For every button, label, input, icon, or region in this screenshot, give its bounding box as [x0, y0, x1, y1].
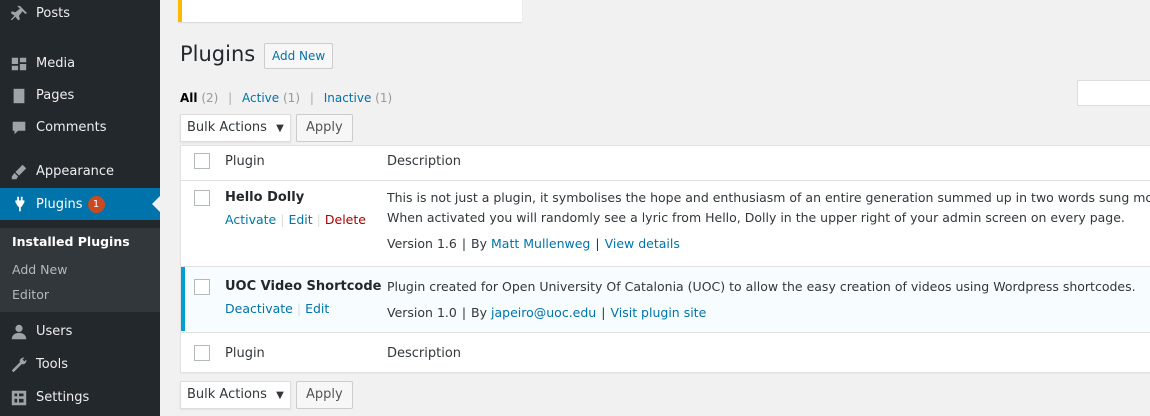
menu-tools[interactable]: Tools [0, 349, 160, 381]
plugin-version: Version 1.6 [387, 236, 457, 251]
meta-separator: | [461, 305, 467, 320]
bulk-actions-label: Bulk Actions [187, 120, 267, 135]
filter-separator: | [309, 91, 314, 105]
filter-active[interactable]: Active [242, 91, 279, 105]
edit-link[interactable]: Edit [288, 212, 312, 227]
deactivate-link[interactable]: Deactivate [225, 301, 293, 316]
plugin-name: Hello Dolly [225, 190, 305, 205]
author-link[interactable]: japeiro@uoc.edu [491, 305, 596, 320]
meta-separator: | [595, 236, 600, 251]
pin-icon [10, 5, 28, 23]
menu-plugins-label: Plugins [36, 197, 83, 212]
table-footer: Plugin Description [181, 333, 1150, 373]
select-all-checkbox-footer[interactable] [194, 345, 210, 361]
visit-plugin-site-link[interactable]: Visit plugin site [610, 305, 706, 320]
row-actions: Activate | Edit | Delete [225, 212, 366, 227]
activate-link[interactable]: Activate [225, 212, 276, 227]
author-link[interactable]: Matt Mullenweg [491, 236, 590, 251]
admin-sidebar: Posts Media Pages Comments Appearance Pl… [0, 0, 160, 416]
plugin-description: Plugin created for Open University Of Ca… [387, 279, 1136, 294]
plugin-version: Version 1.0 [387, 305, 457, 320]
delete-link[interactable]: Delete [325, 212, 366, 227]
filter-inactive-count: (1) [375, 91, 393, 105]
select-all-checkbox[interactable] [194, 153, 210, 169]
filter-separator: | [228, 91, 233, 105]
add-new-button[interactable]: Add New [264, 43, 334, 69]
submenu-add-new[interactable]: Add New [12, 262, 67, 277]
action-separator: | [280, 212, 285, 227]
menu-pages[interactable]: Pages [0, 80, 160, 112]
plugin-description: This is not just a plugin, it symbolises… [387, 190, 1150, 205]
comments-icon [10, 119, 28, 137]
menu-users[interactable]: Users [0, 316, 160, 348]
action-separator: | [296, 301, 302, 316]
submenu-installed-plugins[interactable]: Installed Plugins [12, 234, 130, 249]
column-description: Description [387, 154, 462, 169]
plugin-description-line2: When activated you will randomly see a l… [387, 210, 1125, 225]
apply-button-top[interactable]: Apply [296, 114, 353, 142]
by-label: By [471, 236, 488, 251]
menu-settings[interactable]: Settings [0, 382, 160, 414]
column-description-footer: Description [387, 346, 462, 361]
settings-icon [10, 389, 28, 407]
row-checkbox[interactable] [194, 190, 210, 206]
plugin-meta: Version 1.6 | By Matt Mullenweg | View detai… [387, 236, 680, 251]
meta-separator: | [601, 305, 606, 320]
plugins-submenu: Installed Plugins Add New Editor [0, 228, 160, 312]
table-row: UOC Video Shortcode Deactivate | Edit Plug… [181, 267, 1150, 331]
menu-comments[interactable]: Comments [0, 112, 160, 144]
plugins-update-badge: 1 [87, 196, 105, 213]
submenu-editor[interactable]: Editor [12, 287, 49, 302]
action-separator: | [316, 212, 321, 227]
plug-icon [10, 195, 28, 213]
row-checkbox[interactable] [194, 279, 210, 295]
bulk-actions-select-top[interactable]: Bulk Actions ▼ [180, 114, 291, 142]
plugin-meta: Version 1.0 | By japeiro@uoc.edu | Visit plu… [387, 305, 706, 320]
column-plugin-footer: Plugin [225, 346, 265, 361]
search-plugins-input[interactable] [1077, 80, 1150, 106]
apply-button-bottom[interactable]: Apply [296, 381, 353, 409]
row-actions: Deactivate | Edit [225, 301, 329, 316]
filter-active-count: (1) [283, 91, 300, 105]
filter-inactive[interactable]: Inactive [324, 91, 372, 105]
bulk-actions-select-bottom[interactable]: Bulk Actions ▼ [180, 381, 291, 409]
plugin-name: UOC Video Shortcode [225, 279, 382, 294]
pages-icon [10, 87, 28, 105]
chevron-down-icon: ▼ [276, 123, 284, 134]
wrench-icon [10, 356, 28, 374]
menu-plugins[interactable]: Plugins 1 [0, 188, 160, 220]
page-title: Plugins [180, 42, 256, 66]
chevron-down-icon: ▼ [276, 390, 284, 401]
view-details-link[interactable]: View details [605, 236, 680, 251]
table-row: Hello Dolly Activate | Edit | Delete This is… [181, 181, 1150, 265]
bulk-actions-label: Bulk Actions [187, 387, 267, 402]
brush-icon [10, 163, 28, 181]
admin-notice [178, 0, 522, 22]
menu-media[interactable]: Media [0, 48, 160, 80]
plugin-status-filters: All (2) | Active (1) | Inactive (1) [180, 91, 392, 105]
plugins-table: Plugin Description Hello Dolly Activate |… [180, 145, 1150, 373]
menu-posts[interactable]: Posts [0, 0, 160, 30]
by-label: By [471, 305, 488, 320]
column-plugin: Plugin [225, 154, 265, 169]
meta-separator: | [461, 236, 467, 251]
table-header: Plugin Description [181, 146, 1150, 180]
filter-all-count: (2) [201, 91, 219, 105]
menu-appearance[interactable]: Appearance [0, 156, 160, 188]
filter-all[interactable]: All [180, 91, 198, 105]
users-icon [10, 323, 28, 341]
edit-link[interactable]: Edit [305, 301, 329, 316]
media-icon [10, 55, 28, 73]
